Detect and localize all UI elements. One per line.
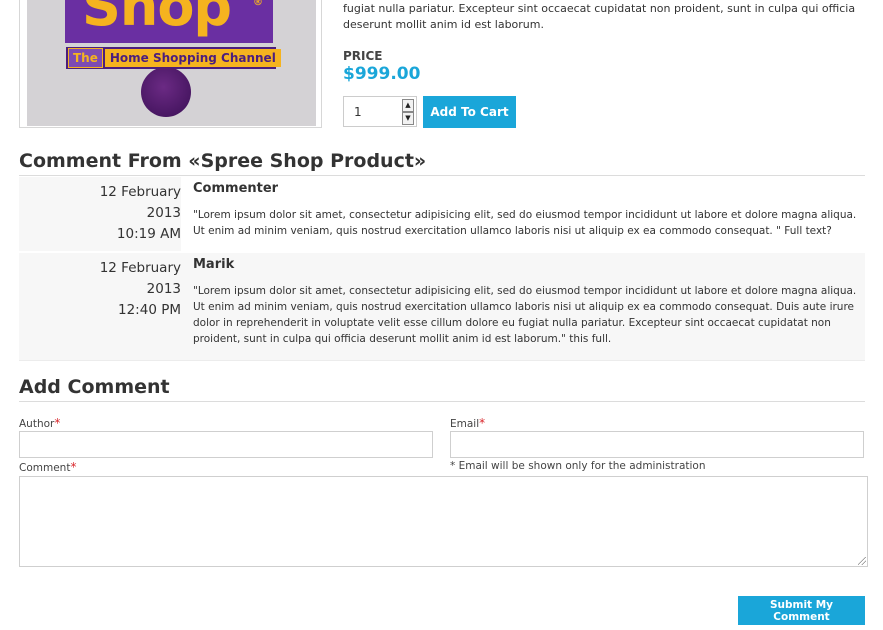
- comment-time: 10:19 AM: [116, 226, 181, 242]
- add-comment-title: Add Comment: [19, 376, 170, 398]
- quantity-input[interactable]: [344, 97, 400, 126]
- author-label-text: Author: [19, 418, 55, 430]
- comment-date-day: 12 February: [99, 184, 181, 200]
- required-mark: *: [479, 416, 486, 430]
- logo-shop-text: Shop: [82, 0, 232, 38]
- logo-the-text: The: [68, 48, 103, 68]
- comment-text: "Lorem ipsum dolor sit amet, consectetur…: [193, 209, 857, 237]
- required-mark: *: [70, 460, 77, 474]
- resize-grip-icon[interactable]: [858, 557, 866, 565]
- email-label-text: Email: [450, 418, 480, 430]
- email-label: Email*: [450, 416, 485, 430]
- comment-date-year: 2013: [146, 281, 181, 297]
- comment-item: 12 February 2013 12:40 PM Marik "Lorem i…: [19, 253, 865, 361]
- comment-time: 12:40 PM: [118, 302, 181, 318]
- required-mark: *: [54, 416, 61, 430]
- comment-date-day: 12 February: [99, 260, 181, 276]
- add-comment-divider: [19, 401, 865, 402]
- comments-title-divider: [19, 175, 865, 176]
- comment-label-text: Comment: [19, 462, 71, 474]
- comment-textarea[interactable]: [19, 476, 868, 567]
- add-to-cart-button[interactable]: Add To Cart: [423, 96, 516, 128]
- comment-item: 12 February 2013 10:19 AM Commenter "Lor…: [19, 177, 865, 251]
- quantity-stepper[interactable]: ▲ ▼: [343, 96, 417, 127]
- comments-title: Comment From «Spree Shop Product»: [19, 150, 427, 172]
- comment-text: "Lorem ipsum dolor sit amet, consectetur…: [193, 285, 857, 345]
- logo-registered-mark: ®: [253, 0, 263, 8]
- product-description: fugiat nulla pariatur. Excepteur sint oc…: [343, 2, 856, 31]
- price-label: PRICE: [343, 49, 383, 63]
- comment-date-year: 2013: [146, 205, 181, 221]
- decrement-arrow-icon[interactable]: ▼: [402, 112, 414, 125]
- email-note: * Email will be shown only for the admin…: [450, 460, 706, 472]
- product-image[interactable]: Shop ® The Home Shopping Channel: [19, 0, 322, 128]
- comment-date: 12 February 2013 10:19 AM: [19, 177, 181, 251]
- comment-author: Marik: [193, 257, 235, 272]
- author-input[interactable]: [19, 431, 433, 458]
- email-input[interactable]: [450, 431, 864, 458]
- logo-band: The Home Shopping Channel: [66, 47, 281, 69]
- increment-arrow-icon[interactable]: ▲: [402, 99, 414, 112]
- submit-comment-button[interactable]: Submit My Comment: [738, 596, 865, 625]
- logo-ball-graphic: [141, 67, 191, 117]
- comment-author: Commenter: [193, 181, 279, 196]
- author-label: Author*: [19, 416, 60, 430]
- comment-date: 12 February 2013 12:40 PM: [19, 253, 181, 360]
- product-image-logo: Shop ® The Home Shopping Channel: [27, 0, 316, 126]
- price-value: $999.00: [343, 64, 421, 84]
- comment-label: Comment*: [19, 460, 76, 474]
- logo-channel-text: Home Shopping Channel: [104, 49, 281, 67]
